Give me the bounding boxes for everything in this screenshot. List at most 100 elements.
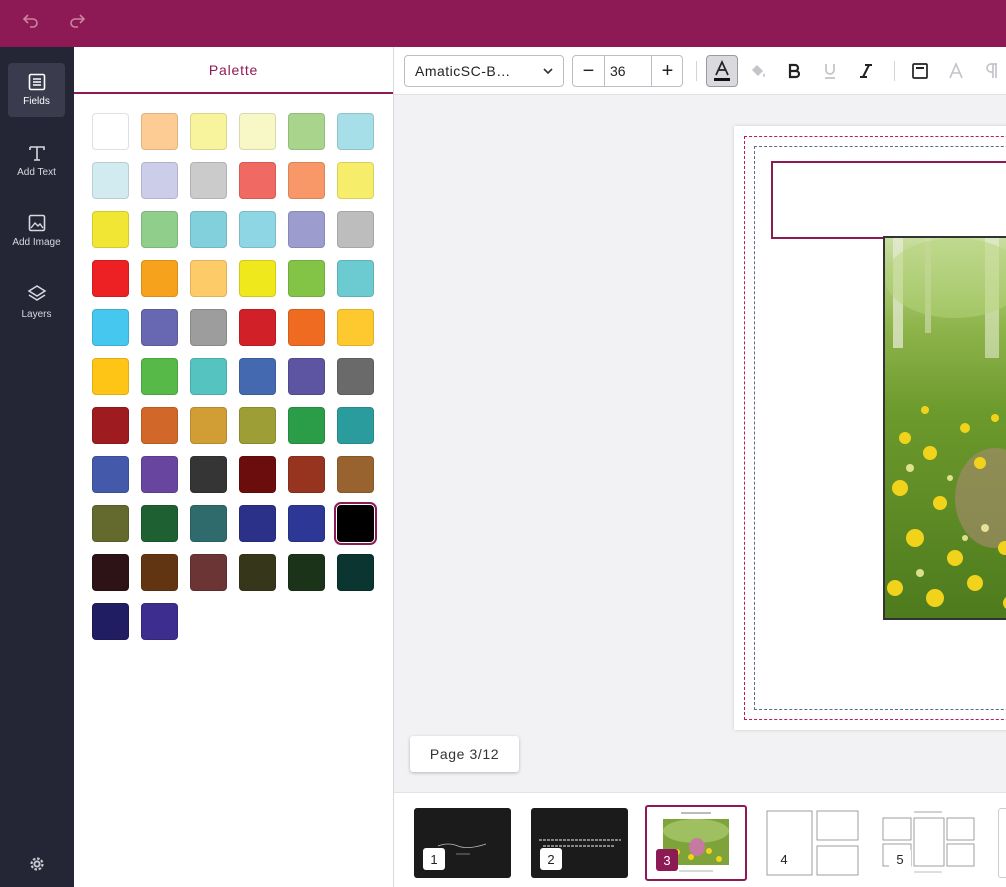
color-swatch[interactable]: [92, 554, 129, 591]
font-size-stepper: − 36 +: [572, 55, 683, 87]
underline-button[interactable]: [814, 55, 846, 87]
color-swatch[interactable]: [92, 309, 129, 346]
font-family-select[interactable]: AmaticSC-B…: [404, 55, 564, 87]
color-swatch[interactable]: [337, 407, 374, 444]
color-swatch[interactable]: [288, 211, 325, 248]
color-swatch[interactable]: [141, 505, 178, 542]
color-swatch[interactable]: [190, 211, 227, 248]
color-swatch[interactable]: [334, 502, 377, 545]
color-swatch[interactable]: [239, 407, 276, 444]
color-swatch[interactable]: [92, 603, 129, 640]
color-swatch[interactable]: [288, 407, 325, 444]
color-swatch[interactable]: [141, 358, 178, 395]
color-swatch[interactable]: [337, 554, 374, 591]
color-swatch[interactable]: [141, 309, 178, 346]
color-swatch[interactable]: [288, 554, 325, 591]
italic-button[interactable]: [850, 55, 882, 87]
color-swatch[interactable]: [92, 407, 129, 444]
color-swatch[interactable]: [288, 309, 325, 346]
color-swatch[interactable]: [337, 162, 374, 199]
color-swatch[interactable]: [337, 211, 374, 248]
color-swatch[interactable]: [288, 358, 325, 395]
color-swatch[interactable]: [337, 113, 374, 150]
color-swatch[interactable]: [190, 162, 227, 199]
color-swatch[interactable]: [239, 260, 276, 297]
color-swatch[interactable]: [337, 309, 374, 346]
thumbnail-page-1[interactable]: 1: [414, 808, 511, 878]
text-field[interactable]: [771, 161, 1006, 239]
color-swatch[interactable]: [190, 407, 227, 444]
undo-icon[interactable]: [18, 8, 44, 32]
color-swatch[interactable]: [239, 505, 276, 542]
color-swatch[interactable]: [141, 113, 178, 150]
color-swatch[interactable]: [141, 407, 178, 444]
color-swatch[interactable]: [92, 505, 129, 542]
font-size-input[interactable]: 36: [604, 56, 652, 86]
color-swatch[interactable]: [92, 162, 129, 199]
color-swatch[interactable]: [239, 554, 276, 591]
color-swatch[interactable]: [190, 505, 227, 542]
thumbnail-page-6-partial[interactable]: [998, 808, 1006, 878]
thumbnail-page-2[interactable]: 2: [531, 808, 628, 878]
thumbnail-page-5[interactable]: 5: [880, 808, 977, 878]
color-swatch[interactable]: [92, 113, 129, 150]
thumbnail-page-3[interactable]: 3: [645, 805, 747, 881]
fields-icon: [28, 73, 45, 91]
palette-tab[interactable]: Palette: [74, 47, 393, 94]
paint-bucket-icon: [752, 65, 765, 77]
page-3[interactable]: [734, 126, 1006, 730]
color-swatch[interactable]: [190, 554, 227, 591]
toolbar-divider: [696, 61, 697, 81]
bold-button[interactable]: [778, 55, 810, 87]
page-thumbnails: 1 2 3 4 5: [394, 792, 1006, 887]
color-swatch[interactable]: [92, 358, 129, 395]
color-swatch[interactable]: [190, 456, 227, 493]
paragraph-button[interactable]: [976, 55, 1006, 87]
thumbnail-number: 2: [540, 848, 562, 870]
color-swatch[interactable]: [92, 456, 129, 493]
layers-icon: [27, 285, 46, 301]
rail-item-fields[interactable]: Fields: [8, 63, 65, 117]
text-color-button[interactable]: [706, 55, 738, 87]
color-swatch[interactable]: [239, 113, 276, 150]
color-swatch[interactable]: [288, 113, 325, 150]
color-swatch[interactable]: [141, 603, 178, 640]
redo-icon[interactable]: [64, 8, 90, 32]
outline-button[interactable]: [940, 55, 972, 87]
rail-item-add-text[interactable]: Add Text: [8, 134, 65, 188]
editor-canvas[interactable]: Page 3/12: [394, 95, 1006, 792]
photo-field[interactable]: [883, 236, 1006, 620]
color-swatch[interactable]: [92, 211, 129, 248]
color-swatch[interactable]: [337, 260, 374, 297]
rail-item-add-image[interactable]: Add Image: [8, 204, 65, 258]
color-swatch[interactable]: [288, 505, 325, 542]
rail-item-layers[interactable]: Layers: [8, 275, 65, 329]
color-swatch[interactable]: [239, 309, 276, 346]
thumbnail-page-4[interactable]: 4: [764, 808, 861, 878]
color-swatch[interactable]: [141, 211, 178, 248]
color-swatch[interactable]: [337, 358, 374, 395]
fill-color-button[interactable]: [742, 55, 774, 87]
color-swatch[interactable]: [239, 162, 276, 199]
color-swatch[interactable]: [288, 456, 325, 493]
color-swatch[interactable]: [190, 113, 227, 150]
color-swatch[interactable]: [190, 309, 227, 346]
color-swatch[interactable]: [190, 358, 227, 395]
color-swatch[interactable]: [337, 456, 374, 493]
color-swatch[interactable]: [92, 260, 129, 297]
color-swatch[interactable]: [288, 162, 325, 199]
color-swatch[interactable]: [141, 456, 178, 493]
color-swatch[interactable]: [190, 260, 227, 297]
thumbnail-number: 3: [656, 849, 678, 871]
color-swatch[interactable]: [141, 162, 178, 199]
color-swatch[interactable]: [141, 260, 178, 297]
color-swatch[interactable]: [239, 358, 276, 395]
increase-size-button[interactable]: +: [652, 56, 683, 86]
color-swatch[interactable]: [239, 456, 276, 493]
align-button[interactable]: [904, 55, 936, 87]
color-swatch[interactable]: [141, 554, 178, 591]
decrease-size-button[interactable]: −: [573, 56, 604, 86]
color-swatch[interactable]: [239, 211, 276, 248]
gear-icon[interactable]: [28, 855, 46, 873]
color-swatch[interactable]: [288, 260, 325, 297]
